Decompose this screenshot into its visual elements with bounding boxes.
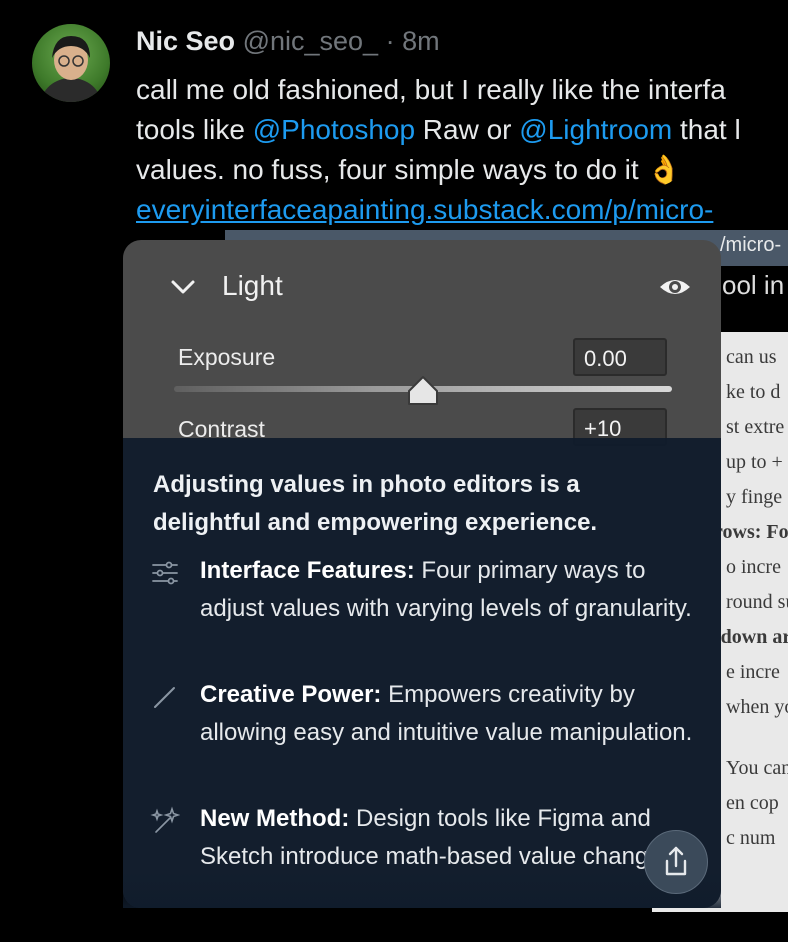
summary-heading: Adjusting values in photo editors is a d…: [153, 471, 598, 536]
article-line: up to +: [726, 451, 783, 473]
text-fragment: that l: [672, 114, 741, 145]
feature-title: Interface Features:: [200, 557, 415, 584]
article-line: -down arrov: [714, 626, 788, 648]
avatar[interactable]: [32, 24, 110, 102]
chevron-down-icon[interactable]: [170, 276, 196, 298]
article-line: rows: Focu: [714, 521, 788, 543]
author-name[interactable]: Nic Seo: [136, 26, 235, 56]
pencil-icon: [154, 687, 175, 708]
exposure-slider-thumb[interactable]: [406, 374, 440, 406]
mention-lightroom[interactable]: @Lightroom: [519, 114, 672, 145]
article-line: can us: [726, 346, 777, 368]
article-link[interactable]: everyinterfaceapainting.substack.com/p/m…: [136, 194, 713, 225]
article-line: e incre: [726, 661, 780, 683]
mention-photoshop[interactable]: @Photoshop: [253, 114, 415, 145]
tweet-link-line: everyinterfaceapainting.substack.com/p/m…: [136, 190, 788, 230]
timestamp[interactable]: 8m: [402, 26, 440, 56]
feature-title: Creative Power:: [200, 681, 382, 708]
exposure-label: Exposure: [178, 344, 276, 370]
article-line: c num: [726, 827, 776, 849]
link-preview-url[interactable]: /micro-: [720, 234, 781, 257]
article-line: ke to d: [726, 381, 781, 403]
article-line: en cop: [726, 792, 779, 814]
sparkles-icon: [150, 806, 180, 833]
feature-item-3: New Method: Design tools like Figma and …: [200, 800, 710, 876]
separator: ·: [385, 26, 395, 56]
article-line: when you h: [726, 696, 788, 718]
author-handle[interactable]: @nic_seo_: [243, 26, 379, 56]
article-line: You can also: [726, 757, 788, 779]
tweet-line-2: tools like @Photoshop Raw or @Lightroom …: [136, 110, 788, 150]
article-line: y finge: [726, 486, 783, 508]
tweet-line-1: call me old fashioned, but I really like…: [136, 74, 726, 105]
exposure-value-field[interactable]: 0.00: [573, 338, 667, 376]
sliders-icon: [152, 561, 178, 585]
article-title-fragment: ool in: [722, 270, 785, 300]
text-fragment: tools like: [136, 114, 253, 145]
article-line: st extre: [726, 416, 785, 438]
text-fragment: values. no fuss, four simple ways to do …: [136, 154, 647, 185]
article-line: o incre: [726, 556, 781, 578]
share-icon: [665, 846, 687, 876]
feature-item-2: Creative Power: Empowers creativity by a…: [200, 676, 710, 752]
eye-icon[interactable]: [658, 274, 692, 300]
feature-title: New Method:: [200, 805, 350, 832]
text-fragment: Raw or: [415, 114, 520, 145]
tweet-line-3: values. no fuss, four simple ways to do …: [136, 150, 788, 190]
panel-title: Light: [222, 270, 283, 301]
tweet-header: Nic Seo @nic_seo_ · 8m: [136, 26, 440, 57]
article-line: round su: [726, 591, 788, 613]
ok-hand-emoji: 👌: [646, 154, 682, 185]
share-button[interactable]: [644, 830, 708, 894]
tweet-text: call me old fashioned, but I really like…: [136, 70, 788, 230]
feature-item-1: Interface Features: Four primary ways to…: [200, 552, 710, 628]
